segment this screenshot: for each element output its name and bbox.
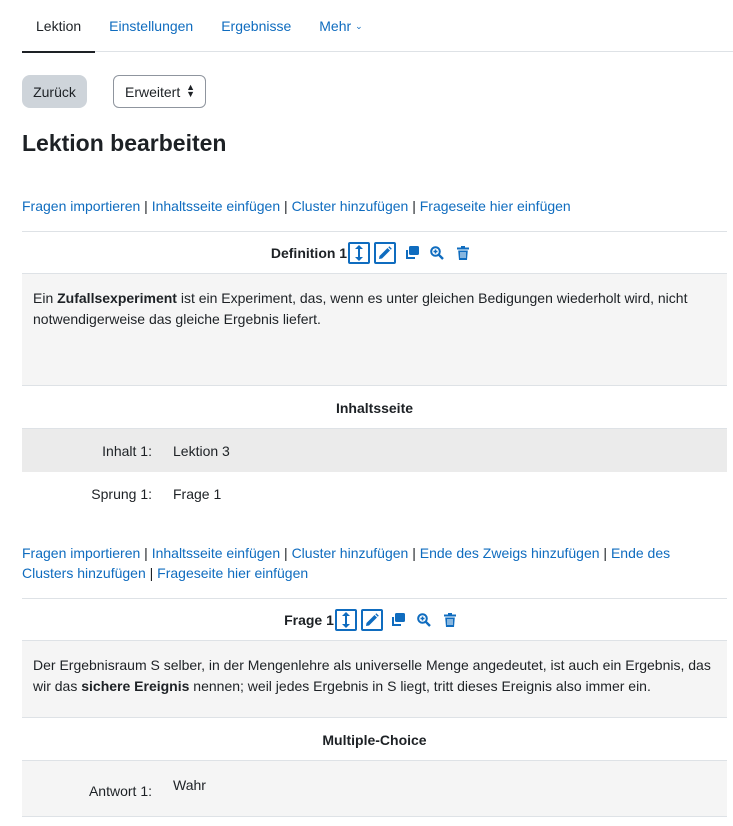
answer-row: Inhalt 1: Lektion 3	[22, 429, 727, 472]
separator: |	[412, 545, 416, 561]
row-value: Lektion 3	[173, 442, 230, 459]
row-key: Inhalt 1:	[102, 442, 152, 459]
tab-label: Mehr	[319, 18, 352, 34]
tab-einstellungen[interactable]: Einstellungen	[95, 0, 207, 52]
tab-mehr[interactable]: Mehr ⌄	[305, 0, 376, 52]
page-type: Inhaltsseite	[335, 400, 414, 416]
content-text: Ein	[33, 290, 58, 306]
duplicate-icon[interactable]	[400, 242, 422, 264]
link-add-content-page[interactable]: Inhaltsseite einfügen	[152, 545, 280, 561]
link-add-cluster[interactable]: Cluster hinzufügen	[292, 545, 409, 561]
jump-row: Sprung 1: Frage 1	[22, 472, 727, 515]
add-page-links-middle: Fragen importieren | Inhaltsseite einfüg…	[22, 543, 712, 583]
page-content: Der Ergebnisraum S selber, in der Mengen…	[22, 640, 727, 718]
link-add-content-page[interactable]: Inhaltsseite einfügen	[152, 198, 280, 214]
page-header: Frage 1	[22, 600, 727, 640]
separator: |	[284, 198, 288, 214]
link-add-question-page[interactable]: Frageseite hier einfügen	[157, 565, 308, 581]
row-value: Frage 1	[173, 485, 222, 502]
preview-icon[interactable]	[426, 242, 448, 264]
separator: |	[284, 545, 288, 561]
select-arrows-icon: ▲ ▼	[186, 82, 195, 99]
page-title: Lektion bearbeiten	[22, 130, 227, 156]
back-button[interactable]: Zurück	[22, 75, 87, 108]
page-type: Multiple-Choice	[322, 732, 427, 748]
view-mode-value: Erweitert	[125, 83, 181, 100]
row-value: Wahr	[173, 777, 206, 793]
delete-icon[interactable]	[452, 242, 474, 264]
tab-label: Ergebnisse	[221, 18, 292, 34]
link-add-question-page[interactable]: Frageseite hier einfügen	[420, 198, 571, 214]
secondary-navigation: Lektion Einstellungen Ergebnisse Mehr ⌄	[22, 0, 733, 53]
page-name: Definition 1	[270, 245, 348, 261]
separator: |	[144, 545, 148, 561]
page-header: Definition 1	[22, 233, 727, 273]
divider	[22, 598, 727, 599]
tab-label: Lektion	[36, 17, 82, 34]
content-bold: Zufallsexperiment	[57, 290, 177, 306]
tab-lektion[interactable]: Lektion	[22, 0, 96, 53]
chevron-down-icon: ⌄	[355, 20, 363, 31]
link-add-cluster[interactable]: Cluster hinzufügen	[292, 198, 409, 214]
content-text: nennen; weil jedes Ergebnis in S liegt, …	[189, 678, 651, 694]
move-icon[interactable]	[348, 242, 371, 264]
move-icon[interactable]	[334, 609, 357, 631]
page-name: Frage 1	[284, 612, 334, 628]
duplicate-icon[interactable]	[387, 609, 409, 631]
add-page-links-top: Fragen importieren | Inhaltsseite einfüg…	[22, 196, 712, 216]
separator: |	[603, 545, 608, 561]
view-mode-select[interactable]: Erweitert ▲ ▼	[113, 75, 206, 108]
tab-ergebnisse[interactable]: Ergebnisse	[207, 0, 305, 52]
row-key: Sprung 1:	[91, 485, 152, 502]
link-add-end-of-branch[interactable]: Ende des Zweigs hinzufügen	[420, 545, 600, 561]
separator: |	[149, 565, 154, 581]
answer-row: Antwort 1: Wahr	[22, 761, 727, 817]
delete-icon[interactable]	[439, 609, 461, 631]
preview-icon[interactable]	[413, 609, 435, 631]
separator: |	[144, 198, 148, 214]
row-key: Antwort 1:	[88, 783, 152, 799]
separator: |	[412, 198, 416, 214]
link-import-questions[interactable]: Fragen importieren	[22, 545, 140, 561]
edit-icon[interactable]	[360, 609, 383, 631]
link-import-questions[interactable]: Fragen importieren	[22, 198, 140, 214]
edit-icon[interactable]	[374, 242, 397, 264]
divider	[22, 231, 727, 232]
page-content: Ein Zufallsexperiment ist ein Experiment…	[22, 273, 727, 386]
content-bold: sichere Ereignis	[81, 678, 190, 694]
tab-label: Einstellungen	[109, 18, 194, 34]
